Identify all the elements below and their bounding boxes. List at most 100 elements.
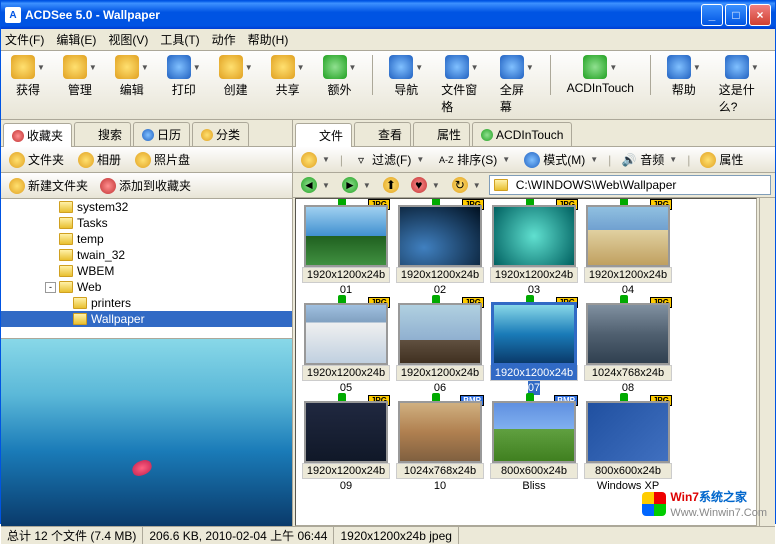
address-bar[interactable]: C:\WINDOWS\Web\Wallpaper bbox=[489, 175, 771, 195]
tab-icon bbox=[142, 129, 154, 141]
sort-button[interactable]: A-Z排序(S)▼ bbox=[434, 149, 514, 170]
folder-icon bbox=[59, 217, 73, 229]
tab-文件[interactable]: 文件 bbox=[295, 123, 352, 147]
tab-收藏夹[interactable]: 收藏夹 bbox=[3, 123, 72, 147]
thumbnail-item[interactable]: BMP800x600x24bBliss bbox=[490, 401, 578, 493]
history-nav-button[interactable]: ↻▼ bbox=[448, 175, 485, 195]
tree-item[interactable]: Tasks bbox=[1, 215, 292, 231]
add-favorite-label: 添加到收藏夹 bbox=[119, 177, 191, 194]
toolbar-编辑[interactable]: ▼编辑 bbox=[111, 53, 153, 100]
up-button[interactable]: ⬆ bbox=[379, 175, 403, 195]
thumbnail-item[interactable]: JPG1920x1200x24b07 bbox=[490, 303, 578, 395]
chevron-down-icon: ▼ bbox=[297, 63, 305, 72]
menu-item[interactable]: 视图(V) bbox=[108, 31, 148, 48]
status-dimensions: 1920x1200x24b jpeg bbox=[334, 527, 458, 544]
audio-button[interactable]: 🔊音频▼ bbox=[617, 149, 681, 170]
subtab-照片盘[interactable]: 照片盘 bbox=[131, 149, 194, 170]
back-button[interactable]: ◄▼ bbox=[297, 175, 334, 195]
thumbnail-item[interactable]: BMP1024x768x24b10 bbox=[396, 401, 484, 493]
toolbar-文件窗格[interactable]: ▼文件窗格 bbox=[437, 53, 486, 117]
folder-icon bbox=[59, 281, 73, 293]
close-button[interactable]: × bbox=[749, 4, 771, 26]
toolbar-导航[interactable]: ▼导航 bbox=[385, 53, 427, 100]
toolbar-创建[interactable]: ▼创建 bbox=[215, 53, 257, 100]
tab-icon bbox=[304, 130, 316, 142]
maximize-button[interactable]: □ bbox=[725, 4, 747, 26]
toolbar-label: 打印 bbox=[172, 81, 196, 98]
tree-item[interactable]: Wallpaper bbox=[1, 311, 292, 327]
folder-tree[interactable]: system32Taskstemptwain_32WBEM-Webprinter… bbox=[1, 199, 292, 339]
toolbar-管理[interactable]: ▼管理 bbox=[59, 53, 101, 100]
tab-搜索[interactable]: 搜索 bbox=[74, 122, 131, 146]
thumbnail-dimensions: 1920x1200x24b bbox=[490, 267, 578, 283]
tree-item[interactable]: twain_32 bbox=[1, 247, 292, 263]
toolbar-全屏幕[interactable]: ▼全屏幕 bbox=[496, 53, 538, 117]
toolbar-帮助[interactable]: ▼帮助 bbox=[663, 53, 705, 100]
toolbar-icon bbox=[667, 55, 691, 79]
toolbar-打印[interactable]: ▼打印 bbox=[163, 53, 205, 100]
tree-item[interactable]: WBEM bbox=[1, 263, 292, 279]
folder-icon bbox=[73, 313, 87, 325]
expand-icon[interactable]: - bbox=[45, 282, 56, 293]
thumbnail-item[interactable]: JPG1920x1200x24b01 bbox=[302, 205, 390, 297]
left-tab-row: 收藏夹 搜索日历分类 bbox=[1, 120, 292, 147]
toolbar-获得[interactable]: ▼获得 bbox=[7, 53, 49, 100]
tab-日历[interactable]: 日历 bbox=[133, 122, 190, 146]
thumbnail-item[interactable]: JPG1920x1200x24b02 bbox=[396, 205, 484, 297]
thumbnail-item[interactable]: JPG1920x1200x24b04 bbox=[584, 205, 672, 297]
mode-button[interactable]: 模式(M)▼ bbox=[520, 149, 602, 170]
thumbnail-item[interactable]: JPG1024x768x24b08 bbox=[584, 303, 672, 395]
subtab-相册[interactable]: 相册 bbox=[74, 149, 125, 170]
tree-label: Tasks bbox=[77, 216, 108, 230]
thumbnail-item[interactable]: JPG1920x1200x24b09 bbox=[302, 401, 390, 493]
thumbnail-grid[interactable]: JPG1920x1200x24b01JPG1920x1200x24b02JPG1… bbox=[295, 198, 757, 526]
chevron-down-icon: ▼ bbox=[751, 63, 759, 72]
tree-item[interactable]: temp bbox=[1, 231, 292, 247]
thumbnail-dimensions: 1920x1200x24b bbox=[490, 365, 578, 381]
tab-属性[interactable]: 属性 bbox=[413, 122, 470, 146]
thumbnail-name: 09 bbox=[340, 479, 352, 493]
minimize-button[interactable]: _ bbox=[701, 4, 723, 26]
menu-item[interactable]: 动作 bbox=[212, 31, 236, 48]
status-selection: 206.6 KB, 2010-02-04 上午 06:44 bbox=[143, 527, 334, 544]
tab-分类[interactable]: 分类 bbox=[192, 122, 249, 146]
thumbnail-image bbox=[304, 205, 388, 267]
tab-ACDInTouch[interactable]: ACDInTouch bbox=[472, 122, 572, 146]
history-button[interactable]: ▼ bbox=[297, 150, 334, 170]
new-folder-button[interactable]: 新建文件夹 bbox=[5, 175, 92, 196]
tab-label: 搜索 bbox=[98, 126, 122, 143]
forward-button[interactable]: ►▼ bbox=[338, 175, 375, 195]
toolbar-额外[interactable]: ▼额外 bbox=[319, 53, 361, 100]
thumbnail-item[interactable]: JPG1920x1200x24b05 bbox=[302, 303, 390, 395]
add-favorite-button[interactable]: 添加到收藏夹 bbox=[96, 175, 195, 196]
vertical-scrollbar[interactable] bbox=[759, 198, 775, 526]
props-button[interactable]: 属性 bbox=[696, 149, 747, 170]
thumbnail-item[interactable]: JPG800x600x24bWindows XP bbox=[584, 401, 672, 493]
chevron-down-icon: ▼ bbox=[526, 63, 534, 72]
toolbar-这是什么?[interactable]: ▼这是什么? bbox=[715, 53, 769, 117]
chevron-down-icon: ▼ bbox=[415, 63, 423, 72]
menu-item[interactable]: 文件(F) bbox=[5, 31, 44, 48]
fav-nav-button[interactable]: ♥▼ bbox=[407, 175, 444, 195]
chevron-down-icon: ▼ bbox=[349, 63, 357, 72]
menu-item[interactable]: 工具(T) bbox=[160, 31, 199, 48]
thumbnail-name: Windows XP bbox=[597, 479, 659, 493]
thumbnail-dimensions: 1920x1200x24b bbox=[584, 267, 672, 283]
subtab-文件夹[interactable]: 文件夹 bbox=[5, 149, 68, 170]
folder-icon bbox=[59, 201, 73, 213]
filter-button[interactable]: ▿过滤(F)▼ bbox=[349, 149, 428, 170]
thumbnail-item[interactable]: JPG1920x1200x24b03 bbox=[490, 205, 578, 297]
toolbar-ACDInTouch[interactable]: ▼ACDInTouch bbox=[563, 53, 638, 97]
toolbar-共享[interactable]: ▼共享 bbox=[267, 53, 309, 100]
tree-item[interactable]: printers bbox=[1, 295, 292, 311]
clock-icon bbox=[301, 152, 317, 168]
menu-item[interactable]: 帮助(H) bbox=[248, 31, 289, 48]
tree-item[interactable]: system32 bbox=[1, 199, 292, 215]
menu-item[interactable]: 编辑(E) bbox=[56, 31, 96, 48]
tree-item[interactable]: -Web bbox=[1, 279, 292, 295]
forward-icon: ► bbox=[342, 177, 358, 193]
thumbnail-item[interactable]: JPG1920x1200x24b06 bbox=[396, 303, 484, 395]
speaker-icon: 🔊 bbox=[621, 152, 637, 168]
chevron-down-icon: ▼ bbox=[416, 155, 424, 164]
tab-查看[interactable]: 查看 bbox=[354, 122, 411, 146]
